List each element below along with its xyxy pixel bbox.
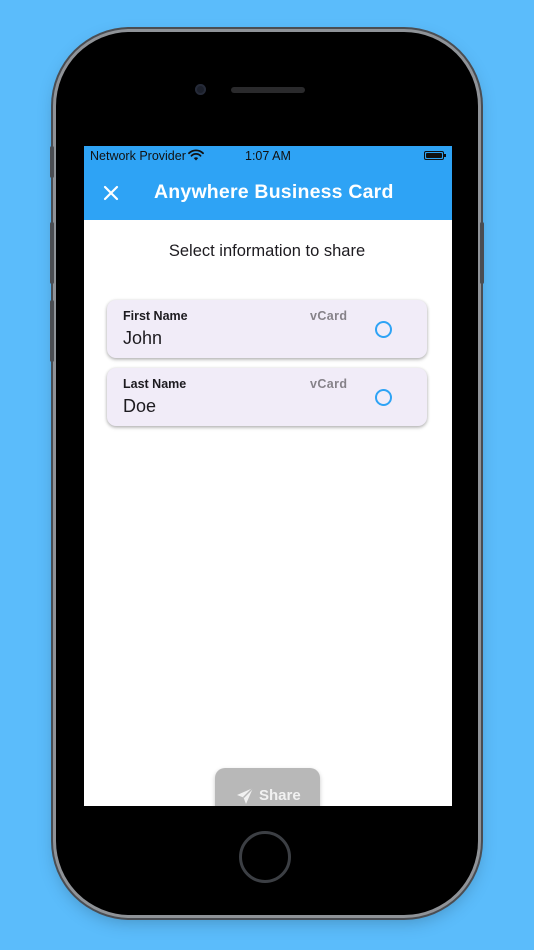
close-icon[interactable]	[100, 182, 122, 204]
battery-level	[426, 153, 442, 158]
speaker-grille	[231, 87, 305, 93]
volume-down-button	[50, 300, 54, 362]
field-label: Last Name	[123, 377, 187, 391]
send-icon	[237, 787, 254, 804]
power-button	[480, 222, 484, 284]
wifi-icon	[188, 149, 204, 161]
select-radio[interactable]	[375, 321, 392, 338]
phone-frame: Network Provider 1:07 AM Anywhere Busine…	[50, 32, 484, 915]
field-card-first-name[interactable]: First Name vCard John	[107, 300, 427, 358]
home-button[interactable]	[239, 831, 291, 883]
status-time: 1:07 AM	[245, 149, 291, 163]
field-card-last-name[interactable]: Last Name vCard Doe	[107, 368, 427, 426]
carrier-name: Network Provider	[90, 149, 186, 163]
camera-icon	[195, 84, 206, 95]
field-value: Doe	[123, 396, 157, 416]
screen: Network Provider 1:07 AM Anywhere Busine…	[84, 146, 452, 806]
app-bar: Anywhere Business Card	[84, 166, 452, 220]
field-value: John	[123, 328, 163, 348]
field-tag: vCard	[310, 377, 348, 391]
field-tag: vCard	[310, 309, 348, 323]
battery-icon	[424, 151, 446, 160]
silent-switch	[50, 146, 54, 178]
select-radio[interactable]	[375, 389, 392, 406]
share-label: Share	[259, 787, 301, 804]
field-label: First Name	[123, 309, 188, 323]
volume-up-button	[50, 222, 54, 284]
share-prompt: Select information to share	[168, 242, 366, 260]
app-title: Anywhere Business Card	[154, 181, 394, 203]
status-bar: Network Provider 1:07 AM	[84, 146, 452, 166]
share-button[interactable]: Share	[215, 768, 320, 806]
